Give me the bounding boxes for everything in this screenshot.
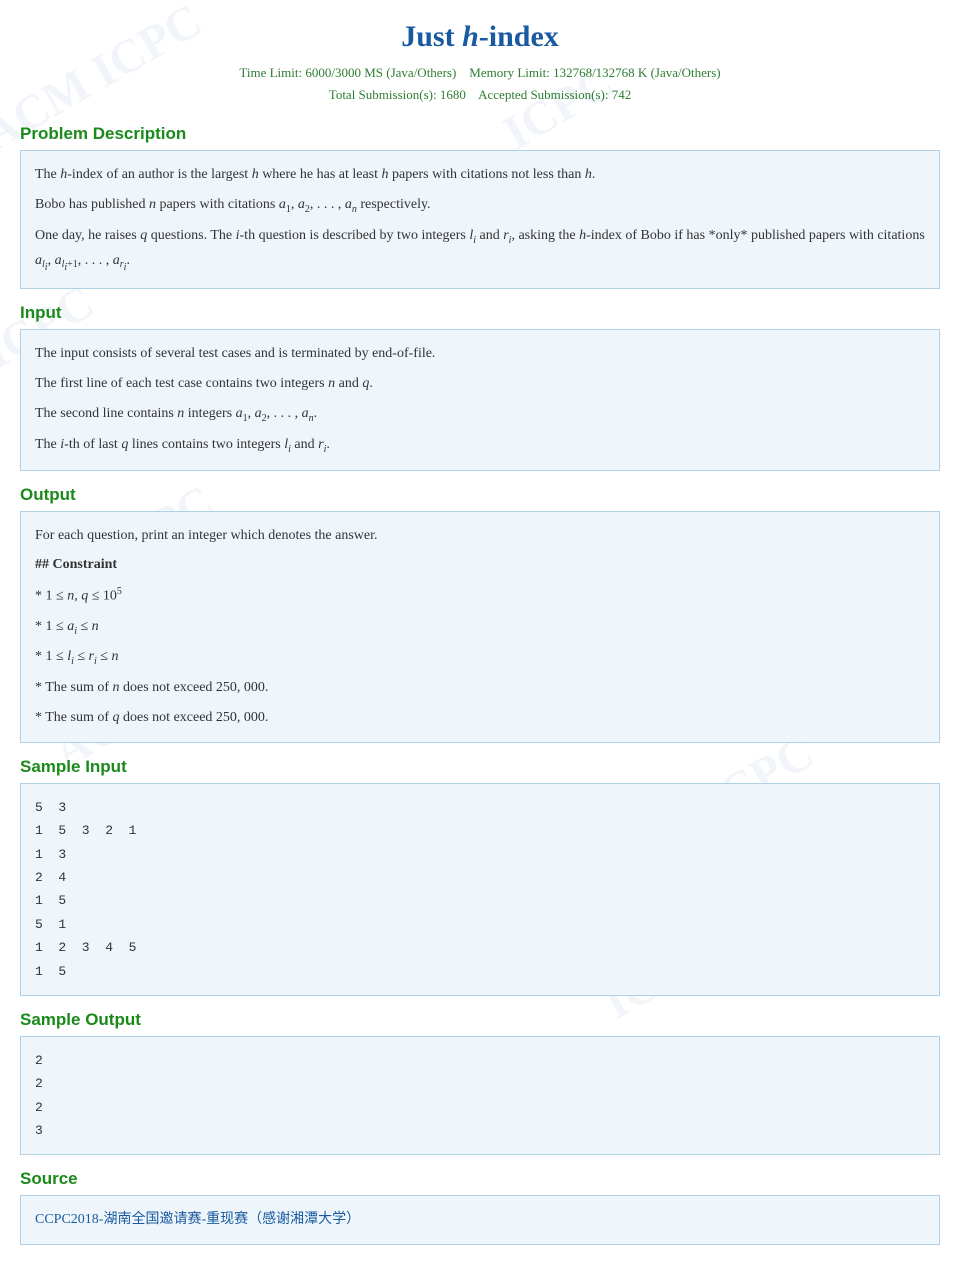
problem-description-header: Problem Description — [20, 124, 940, 144]
input-box: The input consists of several test cases… — [20, 329, 940, 470]
input-line3: The second line contains n integers a1, … — [35, 402, 925, 427]
title-prefix: Just — [401, 20, 462, 53]
pd-line2: Bobo has published n papers with citatio… — [35, 193, 925, 218]
output-c1: * 1 ≤ n, q ≤ 105 — [35, 583, 925, 608]
source-box: CCPC2018-湖南全国邀请赛-重现赛（感谢湘潭大学） — [20, 1195, 940, 1245]
title-suffix: -index — [479, 20, 559, 53]
problem-description-box: The h-index of an author is the largest … — [20, 150, 940, 289]
input-line4: The i-th of last q lines contains two in… — [35, 433, 925, 458]
input-line1: The input consists of several test cases… — [35, 342, 925, 366]
sample-input-box: 5 3 1 5 3 2 1 1 3 2 4 1 5 5 1 1 2 3 4 5 … — [20, 783, 940, 996]
sample-output-header: Sample Output — [20, 1010, 940, 1030]
output-c2: * 1 ≤ ai ≤ n — [35, 615, 925, 640]
title-h: h — [462, 20, 479, 53]
time-limit: Time Limit: 6000/3000 MS (Java/Others) M… — [20, 62, 940, 84]
output-c5: * The sum of q does not exceed 250, 000. — [35, 706, 925, 730]
pd-line1: The h-index of an author is the largest … — [35, 163, 925, 187]
page-title: Just h-index — [20, 20, 940, 54]
sample-output-box: 2 2 2 3 — [20, 1036, 940, 1156]
pd-line3: One day, he raises q questions. The i-th… — [35, 224, 925, 277]
output-main: For each question, print an integer whic… — [35, 524, 925, 548]
sample-input-header: Sample Input — [20, 757, 940, 777]
source-header: Source — [20, 1169, 940, 1189]
source-link[interactable]: CCPC2018-湖南全国邀请赛-重现赛（感谢湘潭大学） — [35, 1212, 360, 1227]
output-constraint-header: ## Constraint — [35, 553, 925, 577]
input-line2: The first line of each test case contain… — [35, 372, 925, 396]
meta-info: Time Limit: 6000/3000 MS (Java/Others) M… — [20, 62, 940, 106]
output-header: Output — [20, 485, 940, 505]
output-box: For each question, print an integer whic… — [20, 511, 940, 743]
output-c4: * The sum of n does not exceed 250, 000. — [35, 676, 925, 700]
output-c3: * 1 ≤ li ≤ ri ≤ n — [35, 645, 925, 670]
submission-info: Total Submission(s): 1680 Accepted Submi… — [20, 84, 940, 106]
input-header: Input — [20, 303, 940, 323]
